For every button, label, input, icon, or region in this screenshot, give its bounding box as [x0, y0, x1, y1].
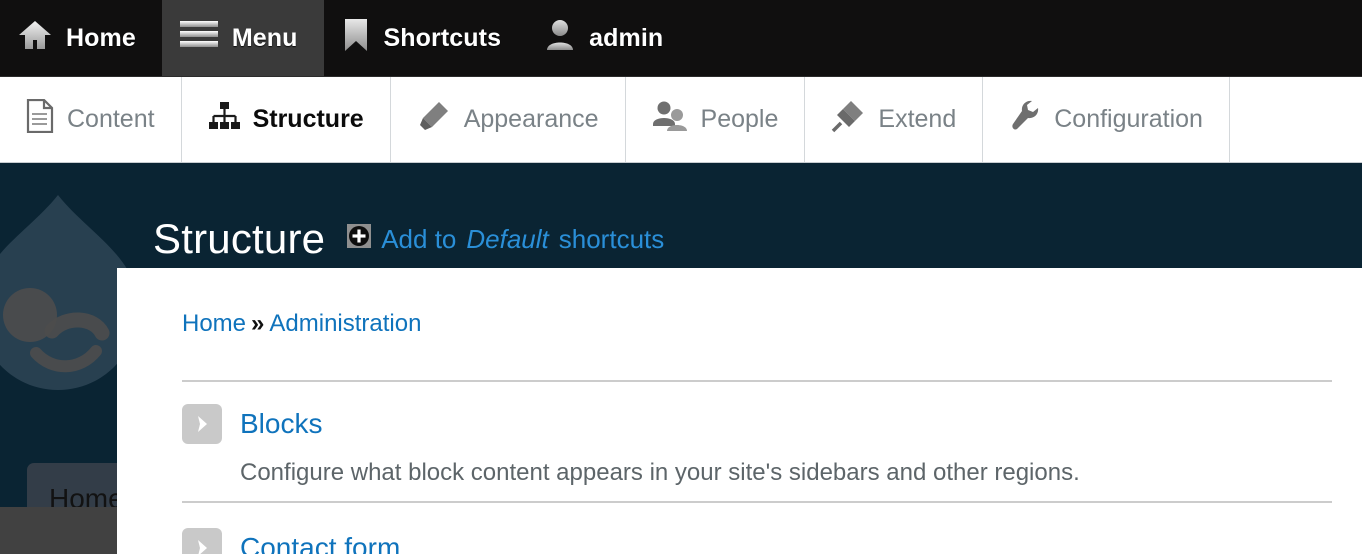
tab-extend-label: Extend [878, 105, 957, 133]
tab-appearance[interactable]: Appearance [391, 77, 626, 162]
tab-structure[interactable]: Structure [182, 77, 391, 162]
home-icon [18, 19, 52, 58]
page-title-row: Structure Add to Default shortcuts [153, 215, 664, 263]
toolbar-item-menu[interactable]: Menu [161, 0, 324, 76]
divider-top [182, 380, 1332, 382]
top-toolbar: Home Menu Shortcuts admin [0, 0, 1362, 77]
add-to-shortcuts-suffix: shortcuts [558, 223, 665, 254]
tab-content[interactable]: Content [0, 77, 182, 162]
admin-tab-bar: Content Structure Appearance People Exte… [0, 77, 1362, 163]
tab-extend[interactable]: Extend [805, 77, 984, 162]
content-panel: Home» Administration Blocks Configure wha… [117, 268, 1362, 554]
plug-icon [831, 99, 865, 140]
paintbrush-icon [417, 99, 451, 140]
breadcrumb-separator: » [251, 310, 265, 337]
wrench-icon [1009, 99, 1041, 140]
chevron-right-icon[interactable] [182, 528, 222, 554]
divider-bottom [182, 501, 1332, 503]
page-title: Structure [153, 215, 326, 262]
add-to-shortcuts-prefix: Add to [381, 223, 457, 254]
tab-configuration[interactable]: Configuration [983, 77, 1230, 162]
tab-people-label: People [700, 105, 779, 133]
tab-structure-label: Structure [252, 105, 364, 133]
admin-item-contact-form-link[interactable]: Contact form [240, 532, 400, 554]
admin-item-blocks-description: Configure what block content appears in … [240, 459, 1080, 486]
breadcrumb-item-home[interactable]: Home [182, 310, 246, 337]
breadcrumb-item-administration[interactable]: Administration [269, 310, 421, 337]
user-icon [545, 19, 575, 58]
toolbar-item-shortcuts-label: Shortcuts [383, 23, 502, 52]
toolbar-item-home[interactable]: Home [0, 0, 162, 76]
admin-item-blocks-link[interactable]: Blocks [240, 408, 322, 440]
toolbar-item-admin[interactable]: admin [527, 0, 689, 76]
toolbar-item-admin-label: admin [589, 23, 664, 52]
people-icon [652, 100, 688, 139]
admin-item-contact-form: Contact form [182, 526, 1332, 554]
admin-item-blocks: Blocks Configure what block content appe… [182, 402, 1332, 487]
toolbar-item-shortcuts[interactable]: Shortcuts [324, 0, 528, 76]
tab-appearance-label: Appearance [463, 105, 599, 133]
add-to-shortcuts-set-name: Default [466, 223, 549, 254]
add-to-shortcuts-link[interactable]: Add to Default shortcuts [347, 223, 665, 255]
tab-configuration-label: Configuration [1054, 105, 1203, 133]
bookmark-icon [342, 18, 370, 59]
sitemap-icon [208, 101, 240, 138]
tab-people[interactable]: People [626, 77, 806, 162]
hamburger-icon [179, 20, 218, 57]
toolbar-item-menu-label: Menu [231, 23, 298, 52]
toolbar-item-home-label: Home [66, 23, 136, 52]
tab-content-label: Content [67, 105, 155, 133]
document-icon [26, 98, 54, 140]
breadcrumb: Home» Administration [182, 310, 421, 338]
chevron-right-icon[interactable] [182, 404, 222, 444]
plus-circle-icon [347, 223, 372, 255]
